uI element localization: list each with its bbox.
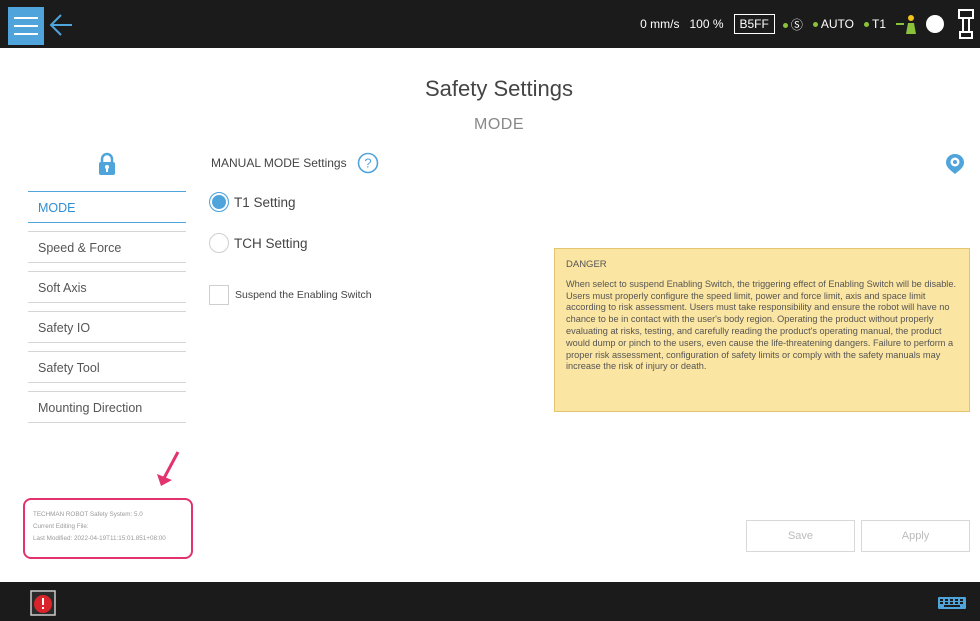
location-icon[interactable]: [944, 152, 966, 176]
sidebar-item-safety-tool[interactable]: Safety Tool: [28, 351, 186, 383]
sidebar-item-speed-force[interactable]: Speed & Force: [28, 231, 186, 263]
status-dot: [863, 22, 869, 28]
bottom-bar: [0, 582, 980, 621]
status-dot: [782, 22, 788, 28]
top-bar: 0 mm/s 100 % B5FF Ⓢ AUTO T1: [0, 0, 980, 48]
save-button[interactable]: Save: [746, 520, 855, 552]
lock-icon[interactable]: [97, 152, 117, 176]
radio-button[interactable]: [209, 233, 229, 253]
sidebar-item-mode[interactable]: MODE: [28, 191, 186, 223]
danger-notice: DANGER When select to suspend Enabling S…: [554, 248, 970, 412]
menu-button[interactable]: [8, 7, 44, 45]
mode-indicator: AUTO: [812, 17, 854, 31]
radio-t1-label: T1 Setting: [234, 194, 296, 210]
annotation-arrow: [157, 451, 180, 486]
keyboard-icon[interactable]: [938, 597, 966, 609]
speed-percent: 100 %: [689, 17, 724, 31]
svg-text:?: ?: [364, 156, 371, 171]
safety-s-icon: Ⓢ: [790, 17, 803, 32]
radio-tch-setting[interactable]: TCH Setting: [209, 233, 308, 253]
back-button[interactable]: [48, 10, 74, 40]
suspend-enabling-switch-checkbox[interactable]: [209, 285, 229, 305]
robot-status-icon[interactable]: [896, 12, 918, 36]
connection-status-icon[interactable]: [926, 15, 944, 33]
sidebar-item-soft-axis[interactable]: Soft Axis: [28, 271, 186, 303]
radio-t1-setting[interactable]: T1 Setting: [209, 192, 296, 212]
sidebar: MODE Speed & Force Soft Axis Safety IO S…: [28, 191, 186, 431]
speed-readout: 0 mm/s: [640, 17, 680, 31]
app: 0 mm/s 100 % B5FF Ⓢ AUTO T1 Safety Setti…: [0, 0, 980, 621]
sidebar-item-mounting-direction[interactable]: Mounting Direction: [28, 391, 186, 423]
back-arrow-icon: [49, 14, 72, 36]
radio-button-selected[interactable]: [209, 192, 229, 212]
status-area: 0 mm/s 100 % B5FF Ⓢ AUTO T1: [640, 0, 980, 48]
page-title: Safety Settings: [425, 76, 573, 101]
help-icon[interactable]: ?: [357, 152, 379, 174]
last-modified: Last Modified: 2022-04-19T11:15:01.851+0…: [33, 535, 166, 542]
apply-button[interactable]: Apply: [861, 520, 970, 552]
page-subtitle: MODE: [474, 116, 524, 133]
t1-indicator: T1: [863, 17, 886, 31]
checkbox-label: Suspend the Enabling Switch: [235, 289, 372, 301]
sidebar-item-safety-io[interactable]: Safety IO: [28, 311, 186, 343]
danger-title: DANGER: [566, 259, 607, 270]
safety-system-version: TECHMAN ROBOT Safety System: 5.0: [33, 511, 143, 518]
menu-icon: [14, 17, 38, 19]
project-code: B5FF: [733, 14, 775, 34]
system-info-box: TECHMAN ROBOT Safety System: 5.0 Current…: [23, 498, 193, 559]
current-editing-file: Current Editing File:: [33, 523, 89, 530]
section-title: MANUAL MODE Settings: [211, 156, 347, 170]
danger-text: When select to suspend Enabling Switch, …: [566, 278, 957, 372]
safety-indicator: Ⓢ: [782, 16, 803, 33]
suspend-enabling-switch-option[interactable]: Suspend the Enabling Switch: [209, 285, 372, 305]
status-dot: [812, 22, 818, 28]
error-icon[interactable]: [30, 590, 56, 616]
robot-arm-icon[interactable]: [956, 7, 976, 41]
radio-tch-label: TCH Setting: [234, 235, 308, 251]
